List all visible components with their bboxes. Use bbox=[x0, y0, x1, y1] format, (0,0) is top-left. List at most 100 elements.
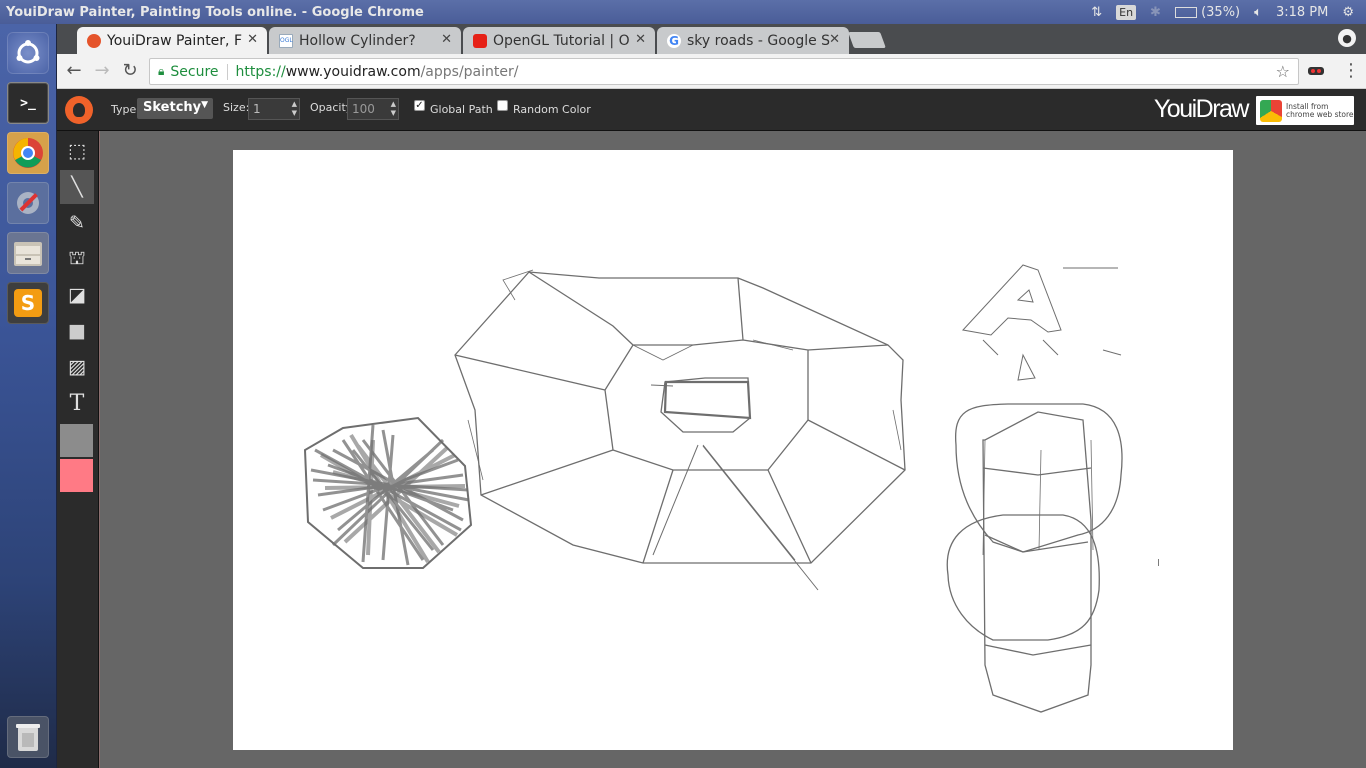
chrome-web-store-icon bbox=[1260, 99, 1282, 122]
select-tool[interactable]: ⬚ bbox=[60, 134, 94, 168]
close-tab-icon[interactable]: ✕ bbox=[829, 32, 840, 47]
youidraw-favicon-icon bbox=[87, 34, 101, 48]
brush-tool[interactable]: ✎ bbox=[60, 206, 94, 240]
tab-label: Hollow Cylinder? bbox=[299, 33, 416, 49]
battery-indicator[interactable]: (35%) bbox=[1174, 4, 1241, 20]
type-label: Type: bbox=[111, 103, 140, 116]
google-favicon-icon: G bbox=[667, 34, 681, 48]
size-stepper[interactable]: 1 ▲ ▼ bbox=[248, 98, 300, 120]
browser-menu-icon[interactable]: ⋮ bbox=[1342, 60, 1360, 81]
url-host: www.youidraw.com bbox=[285, 63, 421, 80]
forward-icon[interactable]: → bbox=[91, 60, 113, 82]
secondary-color-swatch[interactable] bbox=[60, 459, 93, 492]
youtube-favicon-icon bbox=[473, 34, 487, 48]
image-tool[interactable]: ▨ bbox=[60, 350, 94, 384]
close-tab-icon[interactable]: ✕ bbox=[247, 32, 258, 47]
youidraw-logo-icon[interactable] bbox=[65, 96, 93, 124]
global-path-label: Global Path bbox=[430, 103, 493, 116]
clock[interactable]: 3:18 PM bbox=[1276, 5, 1328, 20]
tab-sky-roads[interactable]: G sky roads - Google S ✕ bbox=[657, 27, 849, 54]
bluetooth-icon[interactable]: ✱ bbox=[1150, 5, 1161, 20]
close-tab-icon[interactable]: ✕ bbox=[635, 32, 646, 47]
reload-icon[interactable]: ↻ bbox=[119, 60, 141, 82]
extension-icon[interactable] bbox=[1307, 62, 1325, 80]
dropdown-arrow-icon: ▼ bbox=[201, 100, 208, 110]
terminal-glyph: >_ bbox=[20, 95, 36, 111]
tab-hollow-cylinder[interactable]: OGL Hollow Cylinder? ✕ bbox=[269, 27, 461, 54]
battery-level: (35%) bbox=[1201, 4, 1241, 20]
text-cursor: I bbox=[1157, 558, 1160, 569]
tab-label: YouiDraw Painter, F bbox=[107, 33, 243, 49]
browser-tab-strip: YouiDraw Painter, F ✕ OGL Hollow Cylinde… bbox=[57, 24, 1366, 54]
spin-arrows-icon[interactable]: ▲ ▼ bbox=[391, 100, 396, 118]
pencil-tool-icon: ╲ bbox=[71, 176, 83, 198]
pencil-tool[interactable]: ╲ bbox=[60, 170, 94, 204]
sketch-stacked-cylinders bbox=[946, 403, 1123, 713]
shape-tool-icon: ■ bbox=[68, 320, 86, 342]
secure-label: Secure bbox=[170, 63, 228, 80]
text-tool-icon: T bbox=[69, 390, 85, 416]
shape-tool[interactable]: ■ bbox=[60, 314, 94, 348]
volume-icon[interactable]: 🔈︎ bbox=[1254, 5, 1262, 20]
sketch-letter-a bbox=[962, 264, 1122, 381]
chrome-icon[interactable] bbox=[7, 132, 49, 174]
terminal-icon[interactable]: >_ bbox=[7, 82, 49, 124]
spin-arrows-icon[interactable]: ▲ ▼ bbox=[292, 100, 297, 118]
input-language-indicator[interactable]: En bbox=[1116, 4, 1137, 20]
eraser-tool[interactable]: ◪ bbox=[60, 278, 94, 312]
global-path-checkbox[interactable]: ✓ bbox=[414, 100, 425, 111]
primary-color-swatch[interactable] bbox=[60, 424, 93, 457]
close-tab-icon[interactable]: ✕ bbox=[441, 32, 452, 47]
dash-icon[interactable] bbox=[7, 32, 49, 74]
tab-opengl-tutorial[interactable]: OpenGL Tutorial | O ✕ bbox=[463, 27, 655, 54]
battery-icon bbox=[1174, 6, 1197, 18]
eraser-tool-icon: ◪ bbox=[68, 284, 86, 306]
fill-bucket-tool[interactable]: ⛫ bbox=[60, 242, 94, 276]
lock-icon: 🔒︎ bbox=[158, 64, 165, 78]
sketch-donut-shape bbox=[454, 269, 906, 591]
url-scheme: https:// bbox=[235, 63, 286, 80]
brush-type-value: Sketchy bbox=[143, 100, 202, 115]
image-tool-icon: ▨ bbox=[68, 356, 86, 378]
chrome-web-store-badge[interactable]: Install from chrome web store bbox=[1256, 96, 1354, 125]
sketch-octagon-scribble bbox=[303, 416, 473, 569]
opacity-value: 100 bbox=[352, 102, 375, 116]
browser-toolbar: ← → ↻ 🔒︎ Secure https://www.youidraw.com… bbox=[57, 54, 1366, 89]
trash-icon[interactable] bbox=[7, 716, 49, 758]
store-badge-line2: chrome web store bbox=[1286, 109, 1354, 119]
tab-label: OpenGL Tutorial | O bbox=[493, 33, 630, 49]
painter-options-bar: Type: Sketchy ▼ Size: 1 ▲ ▼ Opacity: 100 … bbox=[57, 89, 1366, 131]
fill-bucket-tool-icon: ⛫ bbox=[68, 246, 86, 269]
tab-label: sky roads - Google S bbox=[687, 33, 831, 49]
power-icon[interactable]: ⚙ bbox=[1342, 5, 1354, 20]
profile-icon[interactable]: ● bbox=[1338, 29, 1356, 47]
tools-panel: ⬚ ╲ ✎ ⛫ ◪ ■ ▨ T bbox=[57, 131, 99, 768]
size-label: Size: bbox=[223, 101, 250, 114]
ogl-favicon-icon: OGL bbox=[279, 34, 293, 48]
url-path: /apps/painter/ bbox=[420, 63, 519, 80]
launcher: >_ S bbox=[0, 24, 57, 768]
size-value: 1 bbox=[253, 102, 261, 116]
select-tool-icon: ⬚ bbox=[68, 140, 86, 162]
brush-type-select[interactable]: Sketchy ▼ bbox=[137, 98, 213, 119]
bookmark-star-icon[interactable]: ☆ bbox=[1276, 62, 1290, 81]
workspace: I bbox=[99, 131, 1366, 768]
opacity-stepper[interactable]: 100 ▲ ▼ bbox=[347, 98, 399, 120]
system-tray: ⇅ En ✱ (35%) 🔈︎ 3:18 PM ⚙ bbox=[1091, 0, 1354, 24]
canvas-sketch bbox=[303, 264, 1123, 713]
system-settings-icon[interactable] bbox=[7, 182, 49, 224]
random-color-checkbox[interactable] bbox=[497, 100, 508, 111]
new-tab-button[interactable] bbox=[848, 32, 886, 48]
address-bar[interactable]: 🔒︎ Secure https://www.youidraw.com/apps/… bbox=[149, 58, 1299, 85]
sublime-text-icon[interactable]: S bbox=[7, 282, 49, 324]
sublime-glyph: S bbox=[14, 289, 42, 317]
window-title: YouiDraw Painter, Painting Tools online.… bbox=[6, 4, 424, 20]
text-tool[interactable]: T bbox=[60, 386, 94, 420]
drawing-canvas[interactable]: I bbox=[233, 150, 1233, 750]
tab-youidraw[interactable]: YouiDraw Painter, F ✕ bbox=[77, 27, 267, 54]
brush-tool-icon: ✎ bbox=[69, 212, 85, 234]
window-title-bar: YouiDraw Painter, Painting Tools online.… bbox=[0, 0, 1366, 24]
network-icon[interactable]: ⇅ bbox=[1091, 5, 1102, 20]
files-icon[interactable] bbox=[7, 232, 49, 274]
back-icon[interactable]: ← bbox=[63, 60, 85, 82]
